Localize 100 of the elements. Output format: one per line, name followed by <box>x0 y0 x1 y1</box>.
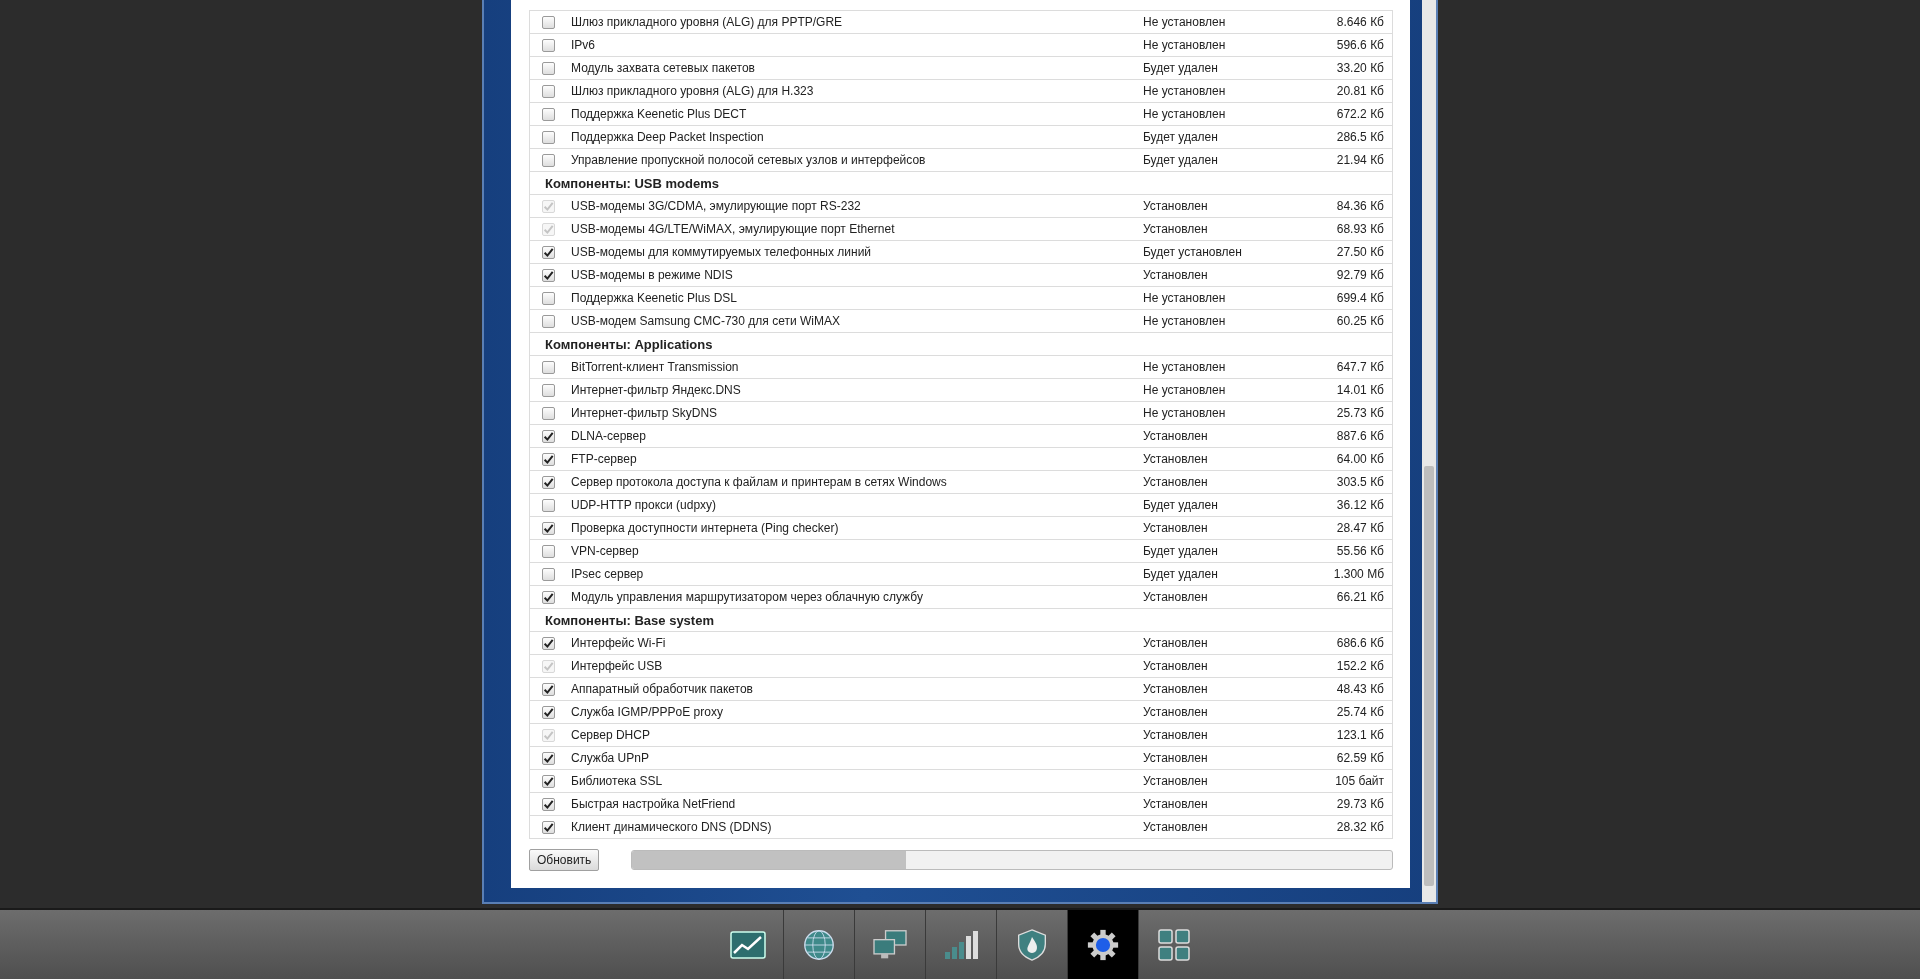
component-size: 286.5 Кб <box>1323 125 1393 149</box>
component-name: Аппаратный обработчик пакетов <box>566 677 1143 701</box>
component-status: Установлен <box>1143 700 1323 724</box>
component-size: 29.73 Кб <box>1323 792 1393 816</box>
component-name: Поддержка Keenetic Plus DSL <box>566 286 1143 310</box>
checkbox[interactable] <box>541 85 555 99</box>
component-name: Библиотека SSL <box>566 769 1143 793</box>
component-name: BitTorrent-клиент Transmission <box>566 355 1143 379</box>
checkbox[interactable] <box>541 499 555 513</box>
component-name: Модуль захвата сетевых пакетов <box>566 56 1143 80</box>
component-size: 21.94 Кб <box>1323 148 1393 172</box>
checkbox[interactable] <box>541 361 555 375</box>
checkbox[interactable] <box>541 637 555 651</box>
component-size: 152.2 Кб <box>1323 654 1393 678</box>
component-status: Не установлен <box>1143 309 1323 333</box>
component-size: 60.25 Кб <box>1323 309 1393 333</box>
checkbox[interactable] <box>541 545 555 559</box>
component-name: IPsec сервер <box>566 562 1143 586</box>
component-size: 25.74 Кб <box>1323 700 1393 724</box>
checkbox[interactable] <box>541 821 555 835</box>
checkbox[interactable] <box>541 683 555 697</box>
checkbox[interactable] <box>541 568 555 582</box>
component-size: 303.5 Кб <box>1323 470 1393 494</box>
component-status: Не установлен <box>1143 102 1323 126</box>
component-status: Установлен <box>1143 792 1323 816</box>
component-size: 105 байт <box>1323 769 1393 793</box>
update-button[interactable]: Обновить <box>529 849 600 871</box>
component-name: Проверка доступности интернета (Ping checker) <box>566 516 1143 540</box>
checkbox[interactable] <box>541 591 555 605</box>
checkbox[interactable] <box>541 798 555 812</box>
grid-icon <box>1155 928 1192 961</box>
checkbox[interactable] <box>541 39 555 53</box>
component-name: Сервер протокола доступа к файлам и принтерам в сетях Windows <box>566 470 1143 494</box>
checkbox[interactable] <box>541 453 555 467</box>
component-name: Шлюз прикладного уровня (ALG) для H.323 <box>566 79 1143 103</box>
component-size: 84.36 Кб <box>1323 194 1393 218</box>
component-size: 14.01 Кб <box>1323 378 1393 402</box>
component-status: Будет установлен <box>1143 240 1323 264</box>
component-name: Интерфейс Wi-Fi <box>566 631 1143 655</box>
component-size: 20.81 Кб <box>1323 79 1393 103</box>
component-name: USB-модемы 3G/CDMA, эмулирующие порт RS-232 <box>566 194 1143 218</box>
scrollbar[interactable] <box>1422 0 1436 902</box>
component-size: 33.20 Кб <box>1323 56 1393 80</box>
checkbox[interactable] <box>541 775 555 789</box>
checkbox[interactable] <box>541 154 555 168</box>
component-size: 92.79 Кб <box>1323 263 1393 287</box>
signal-bars-icon <box>942 928 979 961</box>
checkbox[interactable] <box>541 384 555 398</box>
component-status: Будет удален <box>1143 125 1323 149</box>
component-size: 596.6 Кб <box>1323 33 1393 57</box>
checkbox[interactable] <box>541 407 555 421</box>
component-name: USB-модемы для коммутируемых телефонных линий <box>566 240 1143 264</box>
component-size: 55.56 Кб <box>1323 539 1393 563</box>
checkbox[interactable] <box>541 752 555 766</box>
checkbox[interactable] <box>541 430 555 444</box>
component-size: 36.12 Кб <box>1323 493 1393 517</box>
component-status: Установлен <box>1143 217 1323 241</box>
component-status: Не установлен <box>1143 355 1323 379</box>
checkbox[interactable] <box>541 269 555 283</box>
component-size: 123.1 Кб <box>1323 723 1393 747</box>
checkbox[interactable] <box>541 62 555 76</box>
component-status: Не установлен <box>1143 79 1323 103</box>
component-name: Служба IGMP/PPPoE proxy <box>566 700 1143 724</box>
component-status: Будет удален <box>1143 493 1323 517</box>
checkbox[interactable] <box>541 108 555 122</box>
component-status: Будет удален <box>1143 148 1323 172</box>
component-name: USB-модемы в режиме NDIS <box>566 263 1143 287</box>
component-name: DLNA-сервер <box>566 424 1143 448</box>
checkbox[interactable] <box>541 16 555 30</box>
component-status: Установлен <box>1143 654 1323 678</box>
checkbox[interactable] <box>541 292 555 306</box>
component-size: 8.646 Кб <box>1323 10 1393 34</box>
group-heading: Компоненты: Applications <box>529 332 1393 356</box>
component-status: Не установлен <box>1143 286 1323 310</box>
group-heading: Компоненты: Base system <box>529 608 1393 632</box>
checkbox[interactable] <box>541 476 555 490</box>
component-size: 62.59 Кб <box>1323 746 1393 770</box>
component-size: 64.00 Кб <box>1323 447 1393 471</box>
component-size: 48.43 Кб <box>1323 677 1393 701</box>
component-status: Будет удален <box>1143 562 1323 586</box>
component-size: 686.6 Кб <box>1323 631 1393 655</box>
component-name: Управление пропускной полосой сетевых узлов и интерфейсов <box>566 148 1143 172</box>
component-status: Будет удален <box>1143 56 1323 80</box>
checkbox[interactable] <box>541 522 555 536</box>
component-size: 25.73 Кб <box>1323 401 1393 425</box>
component-size: 28.47 Кб <box>1323 516 1393 540</box>
checkbox[interactable] <box>541 246 555 260</box>
component-status: Не установлен <box>1143 401 1323 425</box>
component-size: 66.21 Кб <box>1323 585 1393 609</box>
checkbox[interactable] <box>541 706 555 720</box>
component-status: Установлен <box>1143 470 1323 494</box>
component-status: Установлен <box>1143 769 1323 793</box>
component-name: IPv6 <box>566 33 1143 57</box>
taskbar-button[interactable] <box>1066 910 1138 979</box>
component-status: Будет удален <box>1143 539 1323 563</box>
component-name: USB-модемы 4G/LTE/WiMAX, эмулирующие порт Ethernet <box>566 217 1143 241</box>
checkbox[interactable] <box>541 315 555 329</box>
checkbox[interactable] <box>541 131 555 145</box>
component-status: Установлен <box>1143 447 1323 471</box>
component-status: Установлен <box>1143 585 1323 609</box>
